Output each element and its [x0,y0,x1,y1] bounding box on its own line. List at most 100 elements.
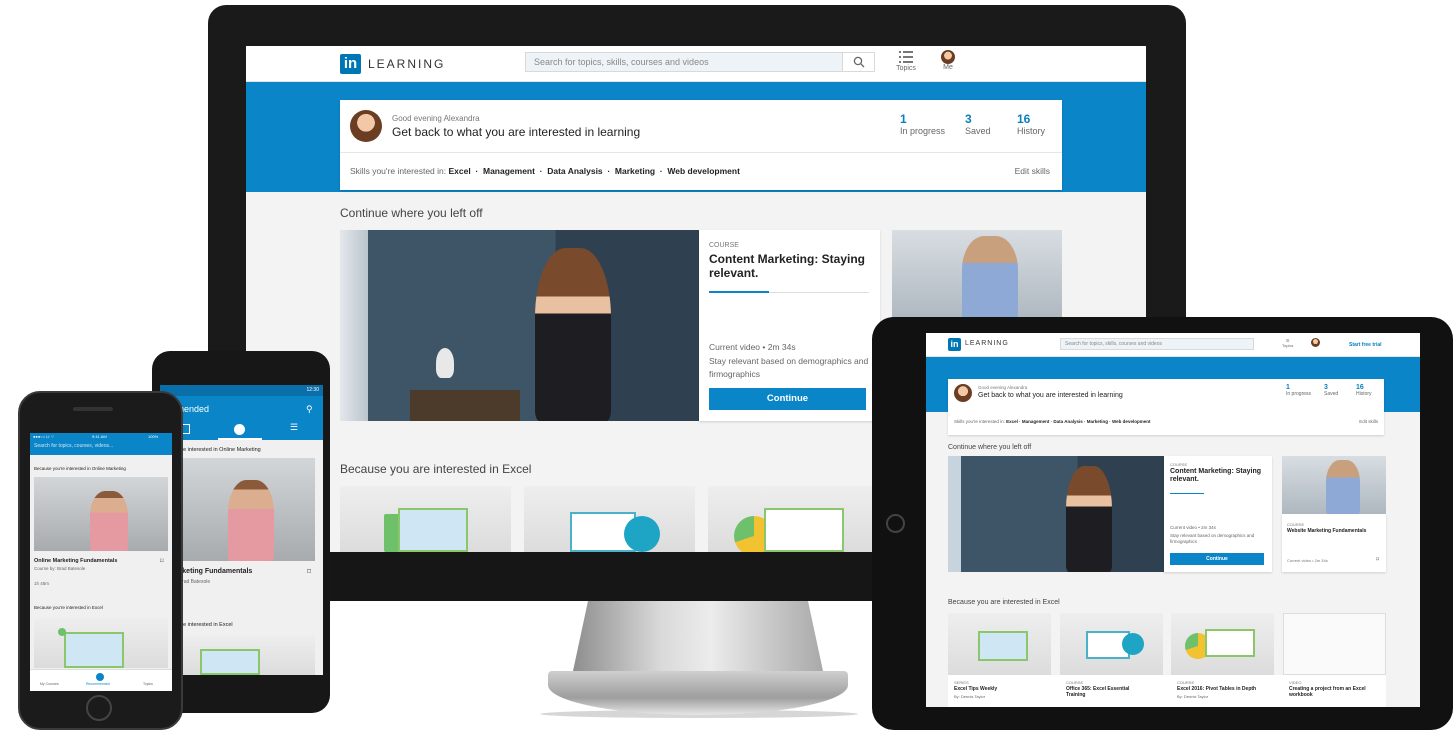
linkedin-logo-icon[interactable]: in [340,54,361,74]
instructor-figure [535,248,611,421]
app-bar: ommended ⚲ ☰ [160,396,323,440]
stat-saved[interactable]: 3 Saved [965,112,991,136]
progress-bar [709,291,769,293]
home-button[interactable] [886,514,905,533]
brand-name: LEARNING [965,340,1009,347]
sheet-graphic [64,632,124,668]
edit-skills-link[interactable]: Edit skills [1359,419,1378,424]
course-info-card: COURSE Content Marketing: Staying releva… [699,230,880,421]
topics-label: Topics [896,65,916,72]
stat-number: 1 [1286,384,1290,391]
course-card-1[interactable] [948,613,1051,675]
skills-list[interactable]: Excel · Management · Data Analysis · Mar… [1006,419,1150,424]
course-video-thumbnail[interactable] [948,456,1164,572]
course-card-4[interactable] [1283,613,1386,675]
search-button[interactable] [843,52,875,72]
tab-indicator [218,438,262,440]
progress-track [769,292,869,293]
tab-recommended[interactable]: Recommended [86,682,110,686]
course-duration: 1h 45m [34,581,50,586]
course-card-3[interactable] [708,486,879,552]
edit-skills-link[interactable]: Edit skills [1015,166,1050,176]
card-title[interactable]: Excel 2016: Pivot Tables in Depth [1177,686,1256,692]
tab-my-courses[interactable]: My Courses [40,682,59,686]
course-thumbnail[interactable] [164,458,315,561]
current-video: Current video • 2m 34s [1170,525,1216,530]
stat-history[interactable]: 16 History [1356,384,1372,397]
android-screen: 12:30 ommended ⚲ ☰ se you're interested … [160,385,323,675]
bookmark-icon[interactable]: ⌑ [160,557,164,565]
card-title[interactable]: Office 365: Excel Essential Training [1066,686,1136,698]
welcome-card: Good evening Alexandra Get back to what … [948,379,1384,435]
stat-number: 3 [1324,384,1328,391]
course-author: Course by: Brad Batesole [34,566,86,571]
search-input[interactable]: Search for topics, courses, videos... [34,443,113,449]
linkedin-logo-icon[interactable]: in [948,338,961,351]
battery: 100% [148,434,159,439]
topics-nav[interactable]: ☰ Topics [1282,338,1293,348]
carrier: ●●●○○ LI ⌔ [33,434,55,439]
stat-label: History [1356,391,1372,397]
bottom-tab-bar: My Courses Recommended Topics [30,669,172,691]
course-thumbnail[interactable] [164,635,315,675]
recommended-tab-icon[interactable] [234,424,245,435]
home-button[interactable] [86,695,112,721]
course-card-1[interactable] [340,486,511,552]
card-title[interactable]: Excel Tips Weekly [954,686,997,692]
course-title: Website Marketing Fundamentals [1287,528,1367,534]
stat-saved[interactable]: 3 Saved [1324,384,1338,397]
greeting: Good evening Alexandra [978,385,1028,390]
skills-label: Skills you're interested in: [350,166,447,176]
pin-graphic [58,628,66,636]
search-input[interactable]: Search for topics, skills, courses and v… [525,52,843,72]
stat-label: In progress [900,126,946,136]
instructor-figure [228,480,274,561]
stat-history[interactable]: 16 History [1017,112,1045,136]
card-type: COURSE [1177,680,1195,685]
next-course-thumbnail[interactable] [1282,456,1386,514]
next-course-thumbnail[interactable] [892,230,1062,320]
search-icon[interactable]: ⚲ [306,404,313,415]
topics-tab-icon[interactable]: ☰ [290,422,298,433]
start-trial-link[interactable]: Start free trial [1349,342,1382,348]
bookmark-icon[interactable]: ⌑ [307,567,311,576]
card-title[interactable]: Creating a project from an Excel workboo… [1289,686,1381,698]
video-description: Stay relevant based on demographics and … [1170,533,1255,544]
course-thumbnail[interactable] [34,477,168,551]
course-thumbnail[interactable] [34,618,168,668]
gear-icon [1122,633,1144,655]
current-video: Current video • 2m 34s [709,342,796,352]
tab-topics[interactable]: Topics [143,682,153,686]
course-info-card: COURSE Content Marketing: Staying releva… [1164,456,1272,572]
progress-bar [1170,493,1204,494]
course-card-2[interactable] [524,486,695,552]
continue-button[interactable]: Continue [1170,553,1264,565]
sheet-graphic [764,508,844,552]
card-type: VIDEO [1289,680,1302,685]
stat-number: 16 [1356,384,1364,391]
course-video-thumbnail[interactable] [340,230,699,421]
vase [436,348,454,378]
next-course-card[interactable]: COURSE Website Marketing Fundamentals Cu… [1282,514,1386,572]
course-title[interactable]: Content Marketing: Staying relevant. [1170,468,1270,484]
course-title[interactable]: Content Marketing: Staying relevant. [709,252,874,280]
me-nav[interactable]: Me [936,50,960,71]
continue-heading: Continue where you left off [340,206,483,220]
continue-button[interactable]: Continue [709,388,866,410]
course-card-3[interactable] [1171,613,1274,675]
top-nav-bar: in LEARNING Search for topics, skills, c… [246,46,1146,82]
bookmark-icon[interactable]: ⌑ [1376,556,1379,563]
stat-in-progress[interactable]: 1 In progress [900,112,945,136]
continue-heading: Continue where you left off [948,444,1032,451]
avatar[interactable] [1311,338,1320,347]
instructor-figure [1066,466,1112,572]
skills-list[interactable]: Excel · Management · Data Analysis · Mar… [449,166,740,176]
user-avatar [350,110,382,142]
topics-nav[interactable]: Topics [894,51,918,72]
course-card-2[interactable] [1060,613,1163,675]
course-title[interactable]: Online Marketing Fundamentals [34,558,117,564]
stat-number: 3 [965,112,972,126]
recommended-icon [96,673,104,681]
stat-in-progress[interactable]: 1 In progress [1286,384,1311,397]
search-input[interactable]: Search for topics, skills, courses and v… [1060,338,1254,350]
